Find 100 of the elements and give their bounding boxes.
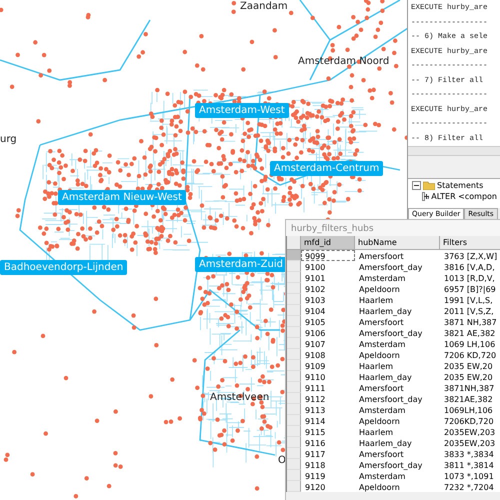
tree-item[interactable]: Statements — [437, 181, 484, 190]
table-cell-text: 7232 *,7204 — [443, 482, 495, 492]
table-cell-text: 9112 — [304, 394, 326, 404]
row-header[interactable] — [287, 470, 301, 481]
table-cell-text: 1069 LH,106 — [443, 339, 496, 349]
horizontal-scrollbar[interactable] — [408, 146, 500, 156]
table-cell-text: Apeldoorn — [358, 416, 401, 426]
table-cell-text: 9106 — [304, 328, 326, 338]
row-header[interactable] — [287, 404, 301, 415]
table-cell-text: Amersfoort — [358, 449, 405, 459]
table-cell-text: 3821AE,382 — [443, 394, 494, 404]
district-label: Amsterdam Nieuw-West — [58, 190, 186, 205]
table-cell-text: Amersfoort_day — [358, 460, 424, 470]
table-cell-text: 1073 *,1091 — [443, 471, 495, 481]
table-cell-text: 3821 AE,382 — [443, 328, 496, 338]
row-header[interactable] — [287, 426, 301, 437]
table-cell-text: 9101 — [304, 273, 326, 283]
table-cell-text: 9114 — [304, 416, 326, 426]
table-cell-text: Apeldoorn — [358, 350, 401, 360]
row-header[interactable] — [287, 338, 301, 349]
table-cell-text: 2035 EW,20 — [443, 372, 494, 382]
table-cell-text: 7206KD,720 — [443, 416, 495, 426]
table-cell-text: Amersfoort_day — [358, 262, 424, 272]
table-cell-text: Apeldoorn — [358, 284, 401, 294]
row-header[interactable] — [287, 261, 301, 272]
district-label: Amsterdam-Centrum — [270, 161, 384, 176]
place-label: O — [278, 455, 286, 466]
table-cell-text: 9107 — [304, 339, 326, 349]
table-cell-text: Haarlem_day — [358, 438, 413, 448]
collapse-icon[interactable] — [412, 181, 421, 190]
table-cell-text: 3871NH,387 — [443, 383, 496, 393]
district-label: Amsterdam-Zuid — [195, 257, 287, 272]
table-cell-text: 3811 *,3814 — [443, 460, 495, 470]
table-cell-text: 9105 — [304, 317, 326, 327]
table-cell: 9099 — [301, 250, 355, 261]
table-cell-text: 9100 — [304, 262, 326, 272]
table-cell-text: Amsterdam — [358, 273, 406, 283]
table-cell-text: 6957 [B]?|69 — [443, 284, 497, 294]
tree-item[interactable]: ALTER <compon — [431, 192, 497, 202]
column-header[interactable]: mfd_id — [301, 236, 355, 250]
table-cell-text: Amersfoort — [358, 383, 405, 393]
table-cell-text: 9120 — [304, 482, 326, 492]
table-cell-text: 9113 — [304, 405, 326, 415]
table-cell-text: Amersfoort — [358, 251, 405, 261]
row-header[interactable] — [287, 360, 301, 371]
row-header[interactable] — [287, 250, 301, 261]
table-cell-text: Amsterdam — [358, 471, 406, 481]
table-cell-text: 1069LH,106 — [443, 405, 494, 415]
table-cell-text: 9104 — [304, 306, 326, 316]
table-cell-text: 9116 — [304, 438, 326, 448]
table-cell-text: 3871 NH,387 — [443, 317, 498, 327]
table-cell-text: 3763 [Z,X,W] — [443, 251, 498, 261]
row-header[interactable] — [287, 349, 301, 360]
row-header[interactable] — [287, 283, 301, 294]
table-cell-text: Amersfoort_day — [358, 328, 424, 338]
row-header[interactable] — [287, 294, 301, 305]
table-cell-text: 9103 — [304, 295, 326, 305]
table-cell-text: 9117 — [304, 449, 326, 459]
table-cell-text: 9118 — [304, 460, 326, 470]
table-cell-text: 2035EW,203 — [443, 438, 496, 448]
table-cell-text: 9102 — [304, 284, 326, 294]
row-header[interactable] — [287, 316, 301, 327]
table-cell-text: 2035 EW,20 — [443, 361, 494, 371]
table-cell-text: Amsterdam — [358, 339, 406, 349]
row-header[interactable] — [287, 371, 301, 382]
column-header[interactable]: hubName — [355, 236, 440, 250]
place-label: urg — [0, 134, 17, 145]
table-cell-text: Amersfoort — [358, 317, 405, 327]
table-cell-text: 1991 [V,L,S, — [443, 295, 494, 305]
table-cell-text: 9110 — [304, 372, 326, 382]
folder-icon — [423, 181, 435, 190]
table-cell-text: 9108 — [304, 350, 326, 360]
table-cell-text: 7206 KD,720 — [443, 350, 498, 360]
table-cell-text: 9115 — [304, 427, 326, 437]
table-cell-text: Amsterdam — [358, 405, 406, 415]
window-title: hurby_filters_hubs — [286, 220, 500, 236]
row-header[interactable] — [287, 481, 301, 492]
table-cell-text: 2011 [V,S,Z, — [443, 306, 495, 316]
table-cell-text: 9109 — [304, 361, 326, 371]
row-header[interactable] — [287, 272, 301, 283]
row-header[interactable] — [287, 382, 301, 393]
table-cell-text: Haarlem — [358, 427, 394, 437]
table-cell-text: 3816 [V,A,D, — [443, 262, 496, 272]
row-header[interactable] — [287, 459, 301, 470]
table-cell-text: Haarlem_day — [358, 306, 413, 316]
table-cell-text: Haarlem_day — [358, 372, 413, 382]
column-header[interactable]: Filters — [440, 236, 500, 250]
table-cell-text: 1013 [R,D,V, — [443, 273, 496, 283]
row-header[interactable] — [287, 448, 301, 459]
row-header[interactable] — [287, 327, 301, 338]
table-cell-text: Haarlem — [358, 361, 394, 371]
row-header[interactable] — [287, 415, 301, 426]
table-cell-text: Haarlem — [358, 295, 394, 305]
row-header[interactable] — [287, 305, 301, 316]
table-cell-text: Amersfoort_day — [358, 394, 424, 404]
place-label: Zaandam — [240, 1, 288, 12]
table-cell-text: Apeldoorn — [358, 482, 401, 492]
table-cell-text: 9111 — [304, 383, 326, 393]
row-header[interactable] — [287, 393, 301, 404]
row-header[interactable] — [287, 437, 301, 448]
